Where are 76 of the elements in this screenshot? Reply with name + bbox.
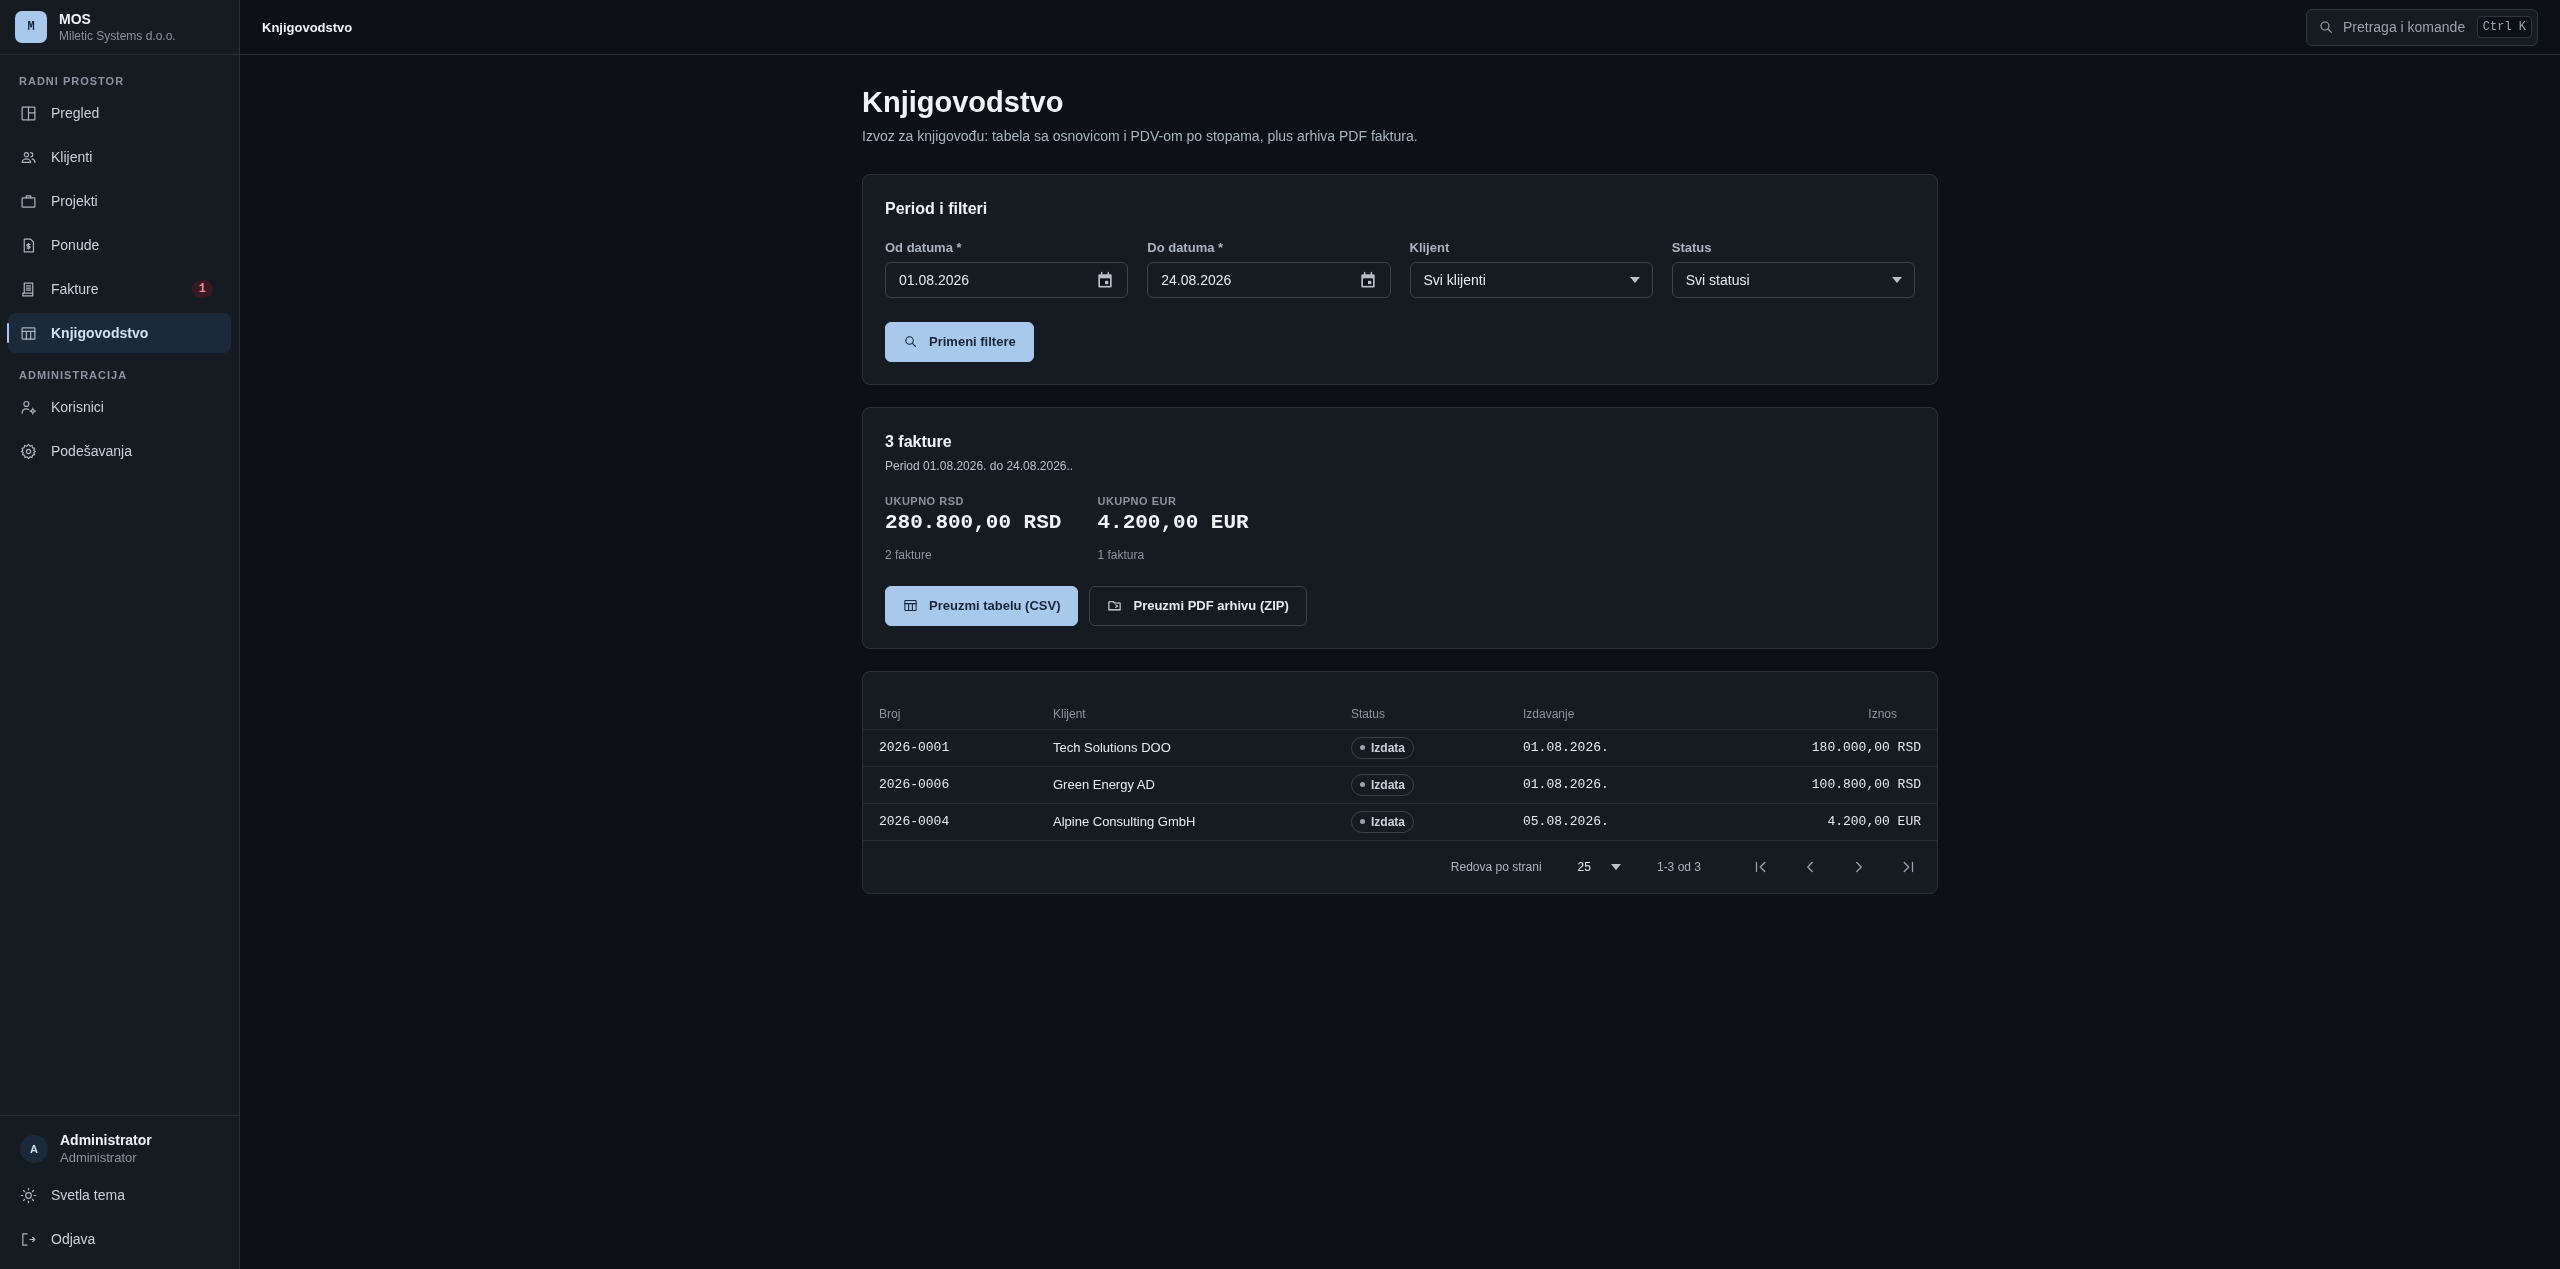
sidebar-item[interactable]: Projekti — [8, 181, 231, 221]
search-icon — [2318, 18, 2334, 35]
sidebar-item[interactable]: Podešavanja — [8, 431, 231, 471]
table-cell: 100.800,00 RSD — [1702, 766, 1937, 804]
header-title: Knjigovodstvo — [262, 19, 353, 35]
date-field[interactable]: 01.08.2026 — [885, 261, 1129, 298]
user-name: Administrator — [60, 1132, 152, 1148]
sidebar-item[interactable]: Pregled — [8, 93, 231, 133]
table-cell: 4.200,00 EUR — [1702, 803, 1937, 841]
rows-per-page-dropdown[interactable]: 25 — [1577, 859, 1621, 874]
avatar: A — [20, 1134, 48, 1163]
card-title: Period i filteri — [885, 199, 989, 218]
caret-icon — [1629, 276, 1640, 283]
settings-icon — [20, 442, 37, 460]
dropdown[interactable]: Svi statusi — [1671, 261, 1915, 298]
column-header: Status — [1335, 696, 1507, 730]
section-label: ADMINISTRACIJA — [18, 368, 129, 383]
sidebar-item[interactable]: Fakture 1 — [8, 269, 231, 309]
column-header: Klijent — [1037, 696, 1335, 730]
table-cell: 2026-0004 — [863, 803, 1037, 841]
card-title: 3 fakture — [885, 432, 953, 451]
field-label: Status — [1671, 239, 1713, 255]
total-note: 1 faktura — [1097, 547, 1146, 562]
table-icon — [903, 598, 918, 614]
page-range: 1-3 od 3 — [1656, 859, 1701, 874]
count-badge: 1 — [191, 280, 213, 298]
logo: M — [15, 11, 47, 43]
download-csv-button[interactable]: Preuzmi tabelu (CSV) — [885, 585, 1079, 626]
table-cell: Tech Solutions DOO — [1037, 729, 1335, 767]
total-label: UKUPNO RSD — [885, 494, 965, 507]
sidebar-item[interactable]: Svetla tema — [8, 1175, 231, 1215]
sidebar-item[interactable]: Klijenti — [8, 137, 231, 177]
page-title: Knjigovodstvo — [862, 85, 1065, 120]
apply-filters-button[interactable]: Primeni filtere — [885, 321, 1034, 362]
sidebar-item[interactable]: Odjava — [8, 1219, 231, 1259]
total-note: 2 fakture — [885, 547, 933, 562]
table-cell: 05.08.2026. — [1507, 803, 1703, 841]
period-text: Period 01.08.2026. do 24.08.2026.. — [885, 458, 1075, 473]
field-label: Od datuma * — [885, 239, 963, 255]
column-header: Iznos — [1702, 696, 1937, 730]
column-header: Izdavanje — [1507, 696, 1703, 730]
table-cell: 2026-0001 — [863, 729, 1037, 767]
sidebar-item[interactable]: Knjigovodstvo — [8, 313, 231, 353]
user-role: Administrator — [60, 1150, 138, 1165]
folder-icon — [1107, 598, 1123, 614]
table-cell: 180.000,00 RSD — [1702, 729, 1937, 767]
layout-icon — [20, 104, 37, 122]
company-name: Miletic Systems d.o.o. — [59, 29, 176, 43]
section-label: RADNI PROSTOR — [18, 74, 126, 89]
page-subtitle: Izvoz za knjigovođu: tabela sa osnovicom i PDV-om po stopama, plus arhiva PDF faktura. — [862, 127, 1419, 144]
total-label: UKUPNO EUR — [1097, 494, 1178, 507]
sidebar-item[interactable]: Korisnici — [8, 387, 231, 427]
table-cell: Green Energy AD — [1037, 766, 1335, 804]
table-cell: 2026-0006 — [863, 766, 1037, 804]
field-label: Do datuma * — [1147, 239, 1225, 255]
briefcase-icon — [20, 192, 37, 210]
table-cell: Alpine Consulting GmbH — [1037, 803, 1335, 841]
sidebar-item[interactable]: Ponude — [8, 225, 231, 265]
column-header: Broj — [863, 696, 1037, 730]
date-field[interactable]: 24.08.2026 — [1147, 261, 1391, 298]
table-icon — [20, 324, 37, 342]
total-amount: 280.800,00 RSD — [885, 510, 1062, 534]
caret-icon — [1892, 276, 1902, 283]
total-amount: 4.200,00 EUR — [1097, 510, 1249, 534]
search-icon — [903, 334, 918, 350]
table-cell: 01.08.2026. — [1507, 729, 1703, 767]
dropdown[interactable]: Svi klijenti — [1409, 261, 1653, 298]
user-gear-icon — [20, 398, 37, 416]
field-label: Klijent — [1409, 239, 1451, 255]
rows-per-page-label: Redova po strani — [1450, 859, 1542, 874]
app-name: MOS — [59, 11, 92, 27]
logout-icon — [20, 1230, 37, 1248]
caret-icon — [1610, 863, 1621, 870]
download-zip-button[interactable]: Preuzmi PDF arhivu (ZIP) — [1089, 585, 1307, 626]
table-cell: 01.08.2026. — [1507, 766, 1703, 804]
sun-icon — [20, 1186, 37, 1204]
